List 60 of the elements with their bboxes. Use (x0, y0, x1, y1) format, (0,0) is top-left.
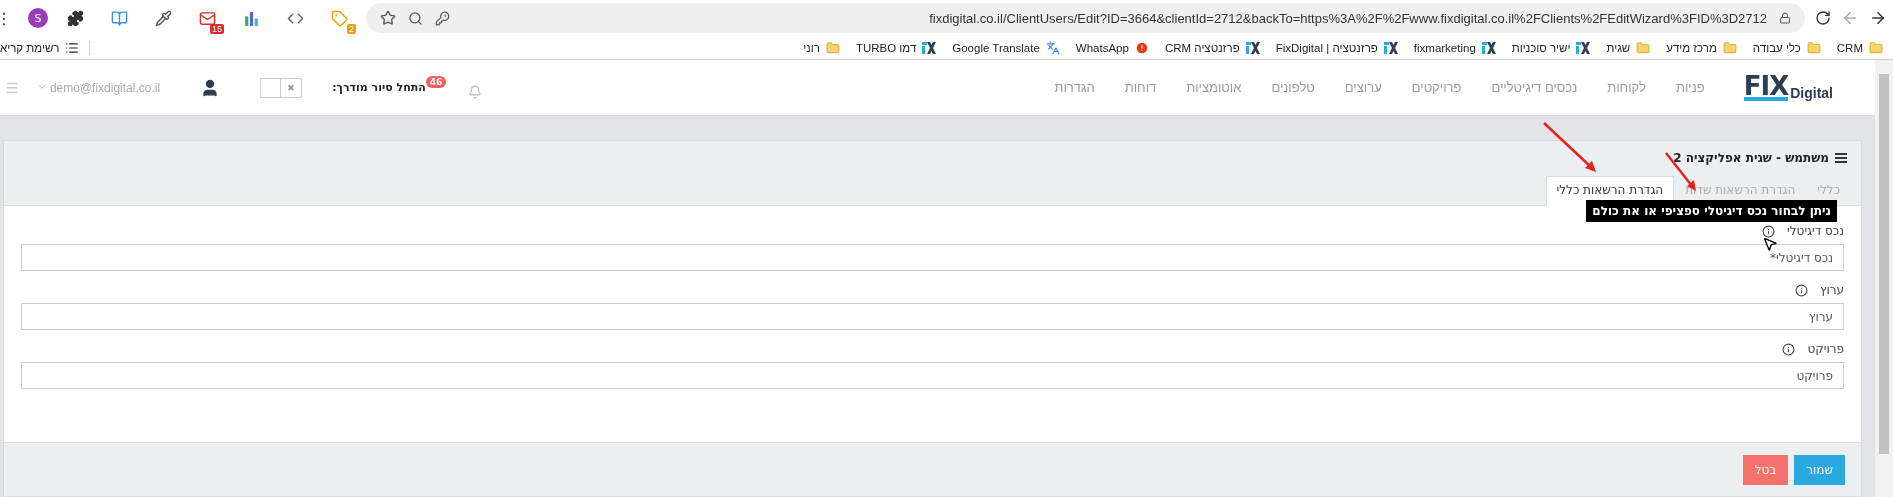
book-icon[interactable] (110, 9, 128, 27)
bookmark[interactable]: דמו TURBO (855, 41, 937, 54)
extension-badge: 15 (210, 24, 224, 34)
star-icon[interactable] (380, 10, 396, 26)
folder-icon (825, 40, 840, 55)
bookmark[interactable]: כלי עבודה (1752, 40, 1821, 55)
folder-icon (1722, 40, 1737, 55)
info-icon[interactable] (1782, 342, 1796, 356)
input-field[interactable]: ערוץ (21, 303, 1844, 330)
tooltip: ניתן לבחור נכס דיגיטלי ספציפי או את כולם (1586, 200, 1837, 222)
fix-icon (1383, 41, 1398, 54)
alert-icon (1134, 40, 1149, 55)
bookmark[interactable]: מרכז מידע (1666, 40, 1737, 55)
bookmark[interactable]: פרזנטציה | FixDigital (1275, 41, 1398, 54)
forward-icon[interactable] (1869, 9, 1887, 27)
lock-icon (1779, 12, 1791, 24)
folder-icon (1806, 40, 1821, 55)
folder-icon (1636, 40, 1651, 55)
translate-icon (1045, 40, 1060, 55)
eyedropper-icon[interactable] (154, 9, 172, 27)
field-label: פרויקט (1807, 342, 1844, 356)
info-icon[interactable] (1762, 224, 1776, 238)
chart-icon[interactable] (242, 9, 260, 27)
folder-icon (1869, 40, 1883, 55)
bookmark[interactable]: Google Translate (952, 40, 1060, 55)
tour-label: התחל סיור מודרך: (332, 81, 426, 94)
field-label: נכס דיגיטלי (1787, 224, 1844, 238)
logo[interactable]: FIXDigital (1743, 74, 1833, 101)
input-field[interactable]: נכס דיגיטלי* (21, 244, 1844, 271)
panel-title: משתמש - שגית אפליקציה 2 (1673, 151, 1829, 165)
profile-avatar[interactable]: S (28, 8, 48, 28)
field-label: ערוץ (1819, 283, 1844, 297)
reading-list[interactable]: רשימת קריא (0, 40, 91, 55)
bookmark[interactable]: רוני (803, 40, 840, 55)
scrollbar[interactable] (1875, 60, 1893, 497)
bookmark[interactable]: ישיר סוכניות (1511, 41, 1591, 54)
input-field[interactable]: פרויקט (21, 362, 1844, 389)
address-bar[interactable]: fixdigital.co.il/ClientUsers/Edit?ID=3664&clientId=2712&backTo=https%3A%2F%2Fwww.fixdigital.co.il%2FClients%2FEditWizard%3FID%3D2712 (366, 3, 1805, 33)
puzzle-icon[interactable] (66, 9, 84, 27)
bookmark[interactable]: שגית (1606, 40, 1651, 55)
list-icon (1835, 153, 1847, 163)
info-icon[interactable] (1794, 283, 1808, 297)
extension-badge: 2 (347, 24, 356, 34)
bookmark[interactable]: פרזנטציה CRM (1164, 41, 1260, 54)
cursor-icon (1764, 238, 1776, 250)
bookmark[interactable]: CRM (1836, 40, 1883, 55)
url-text: fixdigital.co.il/ClientUsers/Edit?ID=3664&clientId=2712&backTo=https%3A%2F%2Fwww.fixdigital.co.il%2FClients%2FEditWizard%3FID%3D2712 (929, 10, 1767, 26)
fix-icon (1481, 41, 1496, 54)
bookmark[interactable]: WhatsApp (1075, 40, 1149, 55)
fix-icon (1245, 41, 1260, 54)
notification-count: 46 (425, 75, 447, 88)
arrow-annotation (1543, 122, 1596, 172)
key-icon[interactable] (435, 10, 450, 26)
bookmark[interactable]: fixmarketing (1413, 41, 1496, 54)
fix-icon (922, 41, 937, 54)
reload-icon[interactable] (1815, 10, 1831, 26)
fix-icon (1576, 41, 1591, 54)
list-icon (65, 40, 80, 55)
zoom-icon[interactable] (408, 10, 423, 26)
mail-icon[interactable] (198, 9, 216, 27)
